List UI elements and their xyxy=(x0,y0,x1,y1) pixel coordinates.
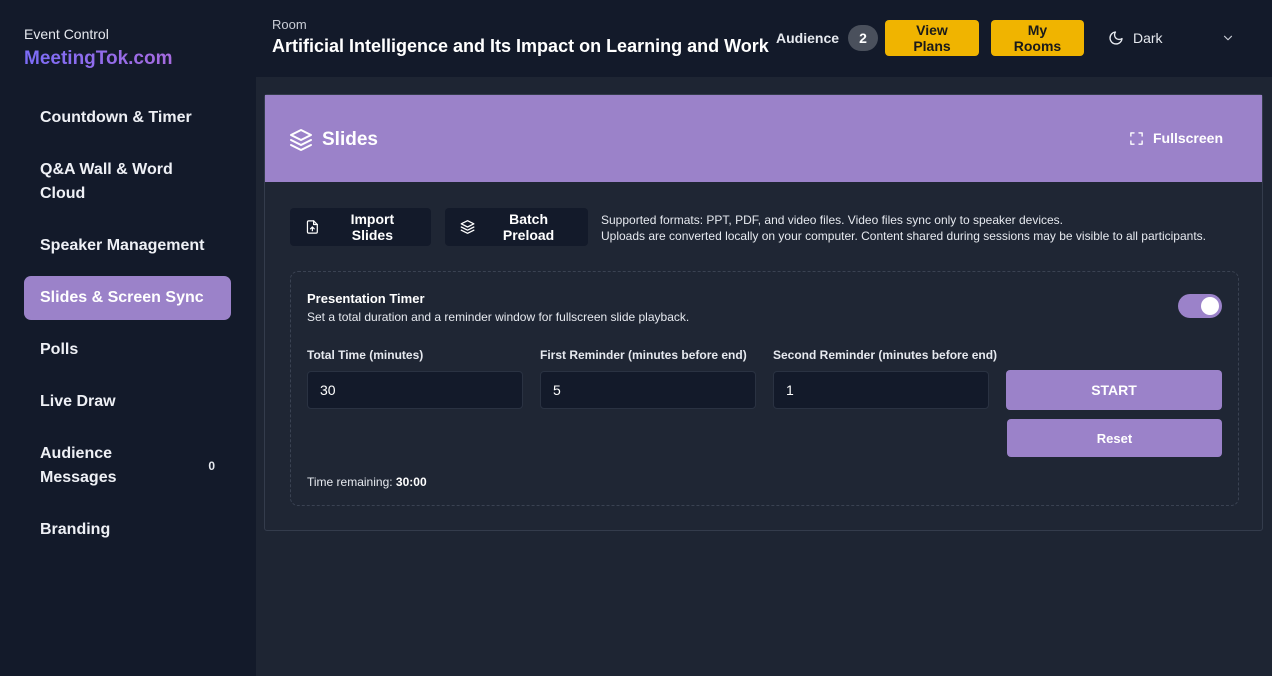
chevron-down-icon xyxy=(1223,35,1233,41)
sidebar-item-polls[interactable]: Polls xyxy=(24,328,231,372)
reset-timer-button[interactable]: Reset xyxy=(1007,419,1222,457)
supported-formats-note: Supported formats: PPT, PDF, and video f… xyxy=(601,212,1206,244)
batch-preload-label: Batch Preload xyxy=(502,211,555,243)
messages-count-badge: 0 xyxy=(208,459,215,473)
sidebar-item-label: Slides & Screen Sync xyxy=(40,289,204,306)
sidebar-item-label: Polls xyxy=(40,341,79,358)
brand-caption: Event Control xyxy=(24,26,109,42)
slides-title-text: Slides xyxy=(322,129,378,150)
expand-corners-icon xyxy=(1130,131,1143,145)
slides-panel: Slides Fullscreen Import Slides Batch Pr… xyxy=(264,94,1263,531)
view-plans-button[interactable]: View Plans xyxy=(885,20,979,56)
theme-label: Dark xyxy=(1133,30,1163,46)
sidebar-item-label: Speaker Management xyxy=(40,237,205,254)
sidebar-item-branding[interactable]: Branding xyxy=(24,508,231,552)
timer-enable-toggle[interactable] xyxy=(1178,294,1222,318)
batch-preload-button[interactable]: Batch Preload xyxy=(445,208,588,246)
time-remaining-value: 30:00 xyxy=(395,475,427,489)
time-remaining: Time remaining: 30:00 xyxy=(307,475,427,489)
my-rooms-button[interactable]: My Rooms xyxy=(991,20,1084,56)
fullscreen-button[interactable]: Fullscreen xyxy=(1129,130,1223,146)
sidebar-item-label: Branding xyxy=(40,521,111,538)
sidebar-item-slides-screen-sync[interactable]: Slides & Screen Sync xyxy=(24,276,231,320)
slides-title: Slides xyxy=(289,128,378,152)
timer-description: Set a total duration and a reminder wind… xyxy=(307,310,690,324)
sidebar-item-label: Audience Messages xyxy=(40,445,117,486)
brand-logo[interactable]: MeetingTok.com xyxy=(24,48,173,70)
total-time-input[interactable] xyxy=(307,371,523,409)
moon-icon xyxy=(1109,31,1123,45)
theme-select[interactable]: Dark xyxy=(1108,28,1244,48)
audience-label: Audience xyxy=(776,30,840,46)
layers-icon xyxy=(290,129,312,151)
app-root: Event Control MeetingTok.com Countdown &… xyxy=(0,0,1272,676)
audience-indicator: Audience 2 xyxy=(776,25,879,51)
sidebar-item-label: Live Draw xyxy=(40,393,116,410)
formats-line-2: Uploads are converted locally on your co… xyxy=(601,229,1206,243)
first-reminder-label: First Reminder (minutes before end) xyxy=(540,348,747,362)
start-timer-button[interactable]: START xyxy=(1006,370,1222,410)
import-slides-label: Import Slides xyxy=(350,211,395,243)
sidebar-item-audience-messages[interactable]: Audience Messages 0 xyxy=(24,432,231,500)
time-remaining-label: Time remaining: xyxy=(307,475,396,489)
first-reminder-input[interactable] xyxy=(540,371,756,409)
sidebar-item-live-draw[interactable]: Live Draw xyxy=(24,380,231,424)
sidebar-item-speaker-management[interactable]: Speaker Management xyxy=(24,224,231,268)
sidebar-item-label: Countdown & Timer xyxy=(40,109,192,126)
sidebar-item-countdown-timer[interactable]: Countdown & Timer xyxy=(24,96,231,140)
presentation-timer-section: Presentation Timer Set a total duration … xyxy=(290,271,1239,506)
second-reminder-input[interactable] xyxy=(773,371,989,409)
room-label: Room xyxy=(272,17,307,32)
sidebar-item-qa-wall[interactable]: Q&A Wall & Word Cloud xyxy=(24,148,231,216)
second-reminder-label: Second Reminder (minutes before end) xyxy=(773,348,998,362)
top-header: Room Artificial Intelligence and Its Imp… xyxy=(256,0,1272,77)
formats-line-1: Supported formats: PPT, PDF, and video f… xyxy=(601,213,1064,227)
timer-title: Presentation Timer xyxy=(307,291,425,306)
sidebar: Event Control MeetingTok.com Countdown &… xyxy=(0,0,256,676)
room-title: Artificial Intelligence and Its Impact o… xyxy=(272,36,769,56)
fullscreen-label: Fullscreen xyxy=(1152,130,1223,146)
audience-count-badge: 2 xyxy=(848,25,879,51)
toggle-knob xyxy=(1201,297,1219,315)
file-upload-icon xyxy=(306,220,318,234)
import-slides-button[interactable]: Import Slides xyxy=(290,208,431,246)
layers-icon xyxy=(460,220,475,234)
sidebar-nav: Countdown & Timer Q&A Wall & Word Cloud … xyxy=(24,96,231,560)
total-time-label: Total Time (minutes) xyxy=(307,348,424,362)
slides-panel-header: Slides Fullscreen xyxy=(265,95,1262,182)
sidebar-item-label: Q&A Wall & Word Cloud xyxy=(40,161,173,202)
